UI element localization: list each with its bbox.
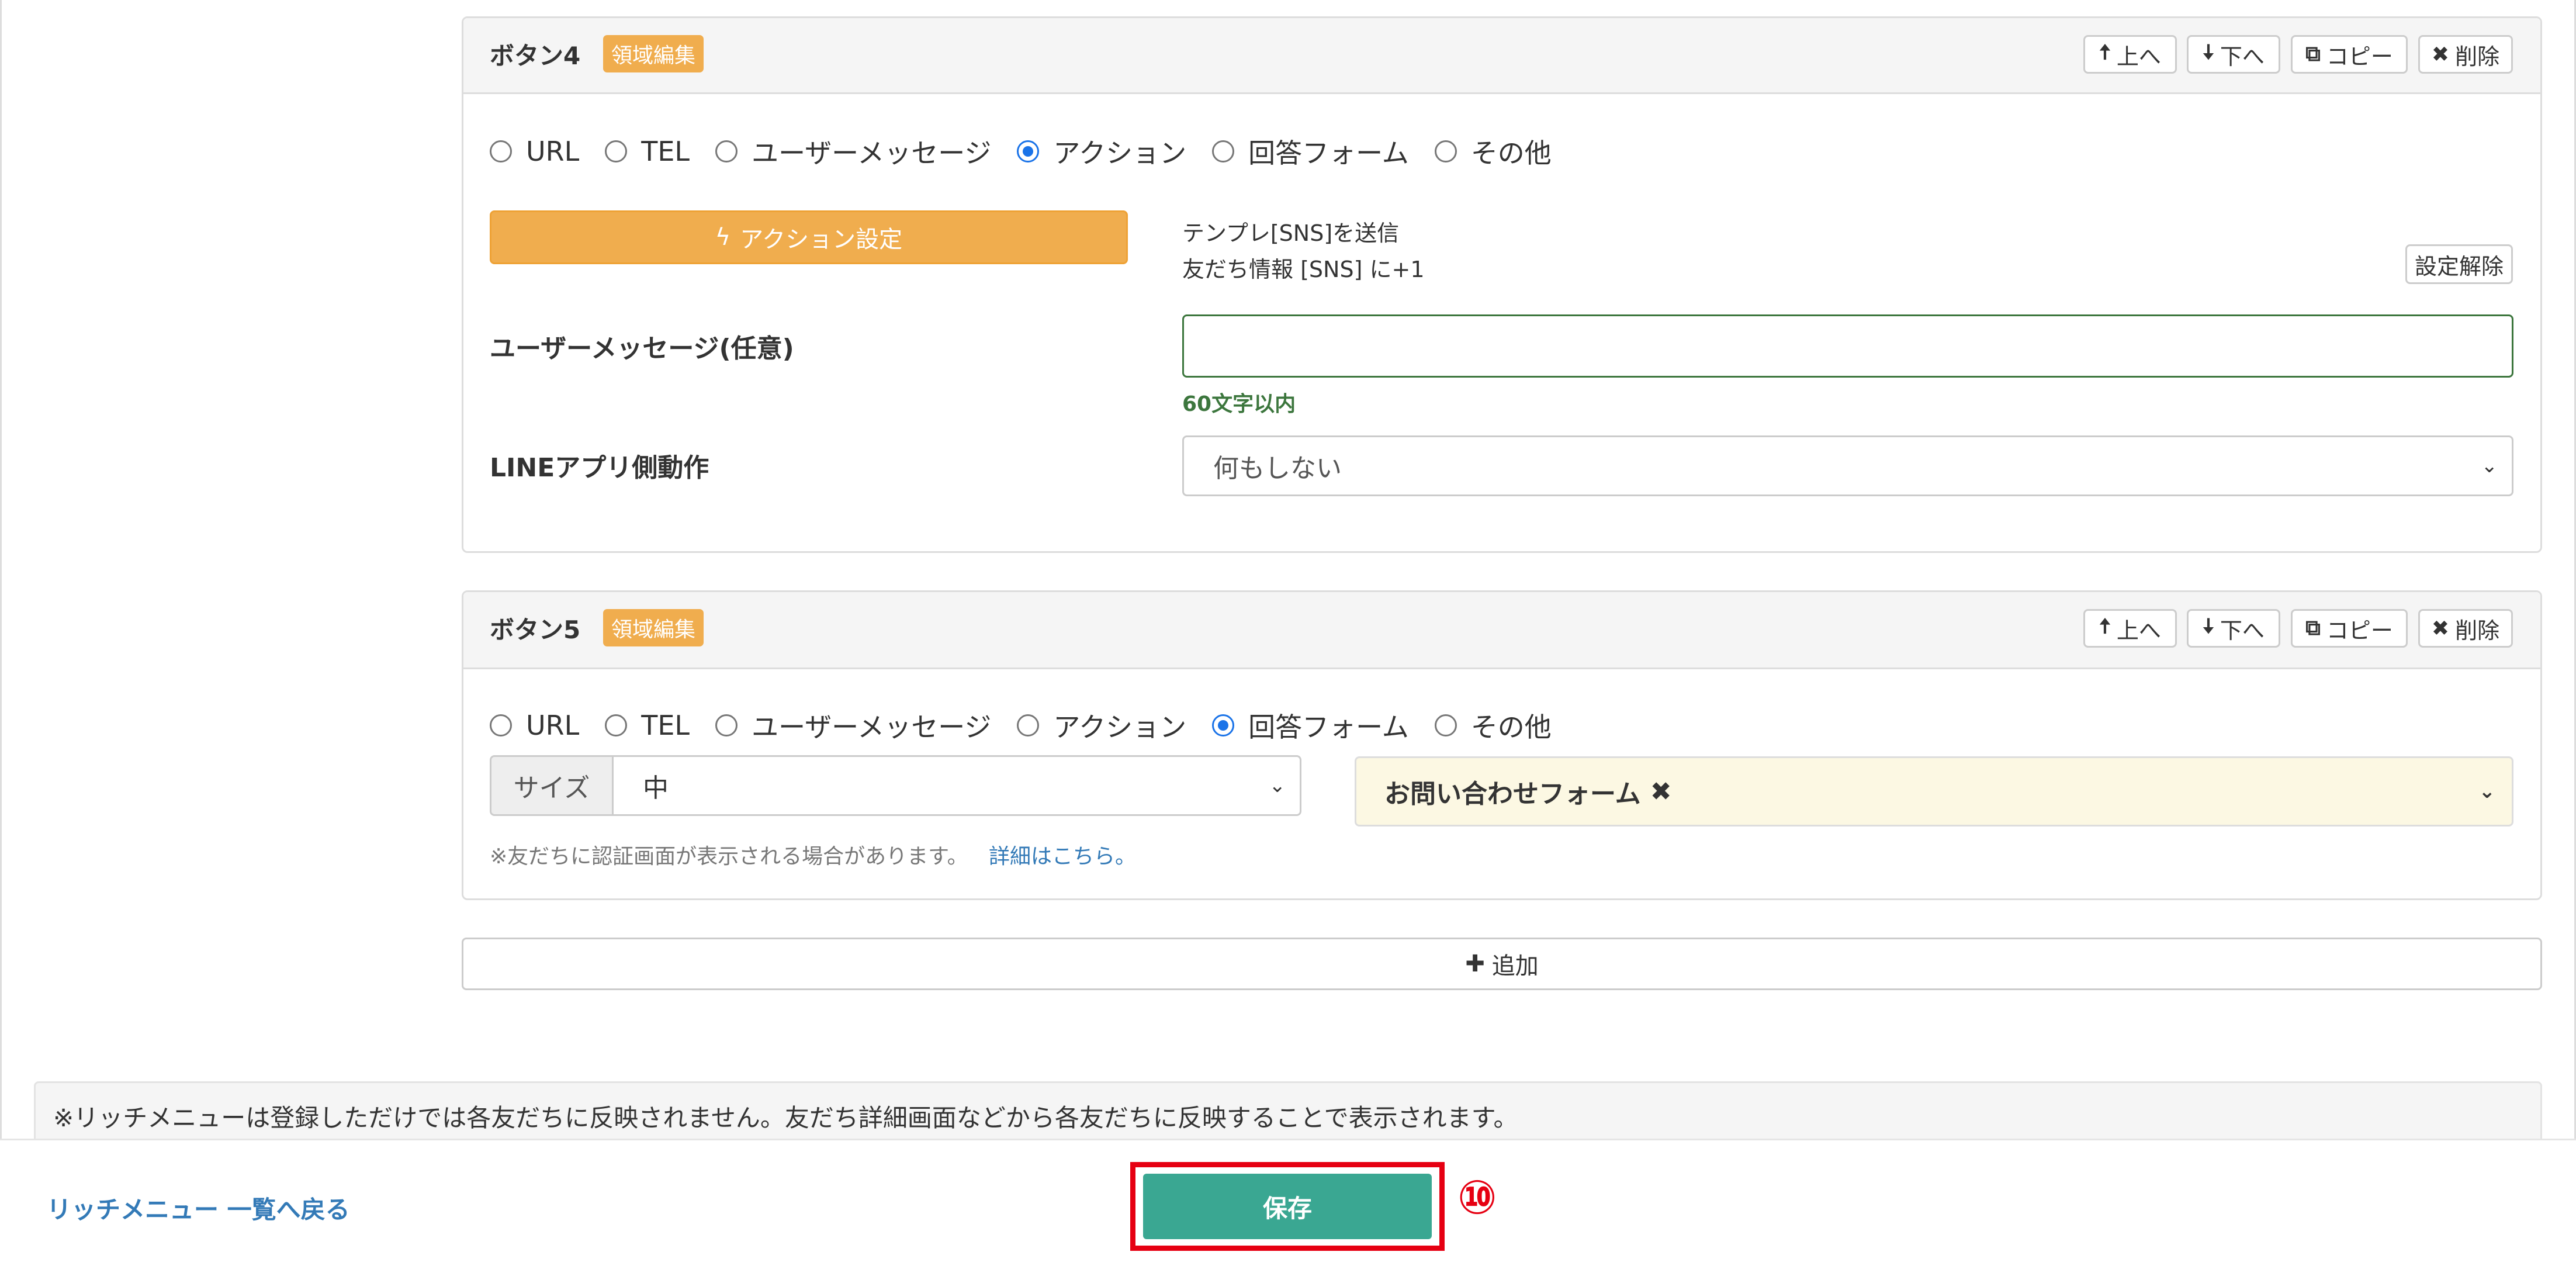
radio-circle[interactable] <box>490 714 512 736</box>
radio-circle-checked[interactable] <box>1017 140 1040 162</box>
radio-action[interactable]: アクション <box>1017 132 1186 171</box>
button5-move-up-button[interactable]: 🠅 上へ <box>2083 609 2177 648</box>
chevron-down-icon: ⌄ <box>2481 454 2498 478</box>
add-button[interactable]: ✚ 追加 <box>462 938 2542 990</box>
radio-user-message[interactable]: ユーザーメッセージ <box>715 706 991 745</box>
radio-answer-form[interactable]: 回答フォーム <box>1212 706 1409 745</box>
action-summary-line1: テンプレ[SNS]を送信 <box>1182 220 1400 246</box>
back-to-rich-menu-list-link[interactable]: リッチメニュー 一覧へ戻る <box>47 1190 350 1226</box>
size-addon-label: サイズ <box>490 755 614 816</box>
action-summary-line2: 友だち情報 [SNS] に+1 <box>1182 257 1425 282</box>
radio-circle[interactable] <box>715 714 738 736</box>
plus-icon: ✚ <box>1465 950 1485 977</box>
user-message-label: ユーザーメッセージ(任意) <box>490 334 794 364</box>
copy-icon: ⧉ <box>2305 616 2321 640</box>
radio-circle[interactable] <box>605 140 628 162</box>
answer-form-name: お問い合わせフォーム <box>1384 779 1641 809</box>
button5-move-down-button[interactable]: 🠇 下へ <box>2187 609 2280 648</box>
radio-circle[interactable] <box>605 714 628 736</box>
radio-circle[interactable] <box>1434 140 1457 162</box>
button4-move-up-button[interactable]: 🠅 上へ <box>2083 35 2177 74</box>
details-link[interactable]: 詳細はこちら。 <box>989 845 1136 869</box>
copy-icon: ⧉ <box>2305 42 2321 66</box>
radio-url[interactable]: URL <box>490 710 579 741</box>
arrow-up-icon: 🠅 <box>2099 614 2111 638</box>
button4-copy-button[interactable]: ⧉ コピー <box>2291 35 2408 74</box>
button4-link-type-radios: URL TEL ユーザーメッセージ アクション 回答フォーム その他 <box>490 132 1577 171</box>
button5-copy-button[interactable]: ⧉ コピー <box>2291 609 2408 648</box>
arrow-down-icon: 🠇 <box>2203 614 2214 638</box>
clear-settings-button[interactable]: 設定解除 <box>2405 244 2513 284</box>
close-icon: ✖ <box>2431 42 2450 67</box>
lightning-icon: ϟ <box>715 224 731 251</box>
arrow-down-icon: 🠇 <box>2203 40 2214 64</box>
radio-tel[interactable]: TEL <box>605 710 690 741</box>
button4-delete-button[interactable]: ✖ 削除 <box>2418 35 2513 74</box>
button5-area-edit-badge[interactable]: 領域編集 <box>603 609 704 646</box>
radio-circle[interactable] <box>1017 714 1040 736</box>
button4-move-down-button[interactable]: 🠇 下へ <box>2187 35 2280 74</box>
radio-circle[interactable] <box>490 140 512 162</box>
chevron-down-icon[interactable]: ⌄ <box>2479 780 2496 803</box>
radio-user-message[interactable]: ユーザーメッセージ <box>715 132 991 171</box>
button5-link-type-radios: URL TEL ユーザーメッセージ アクション 回答フォーム その他 <box>490 706 1577 745</box>
close-icon: ✖ <box>2431 616 2450 641</box>
radio-circle[interactable] <box>715 140 738 162</box>
size-select[interactable]: 中 ⌄ <box>612 755 1301 816</box>
chevron-down-icon: ⌄ <box>1269 774 1286 797</box>
user-message-char-limit: 60文字以内 <box>1182 392 1296 416</box>
answer-form-selector[interactable]: お問い合わせフォーム ✖ ⌄ <box>1355 756 2513 826</box>
radio-circle[interactable] <box>1212 140 1235 162</box>
radio-circle[interactable] <box>1434 714 1457 736</box>
save-button[interactable]: 保存 <box>1143 1174 1432 1239</box>
delete-label: 削除 <box>2455 43 2500 70</box>
auth-screen-note: ※友だちに認証画面が表示される場合があります。 詳細はこちら。 <box>490 845 1137 869</box>
radio-tel[interactable]: TEL <box>605 136 690 167</box>
copy-label: コピー <box>2326 43 2393 70</box>
line-app-action-select[interactable]: 何もしない ⌄ <box>1182 435 2513 496</box>
radio-other[interactable]: その他 <box>1434 706 1552 745</box>
radio-other[interactable]: その他 <box>1434 132 1552 171</box>
rich-menu-notice: ※リッチメニューは登録しただけでは各友だちに反映されません。友だち詳細画面などか… <box>34 1081 2542 1146</box>
action-settings-label: アクション設定 <box>740 226 903 253</box>
move-up-label: 上へ <box>2116 43 2161 70</box>
step-marker: ⑩ <box>1457 1170 1497 1225</box>
user-message-input[interactable] <box>1182 314 2513 378</box>
radio-url[interactable]: URL <box>490 136 579 167</box>
radio-circle-checked[interactable] <box>1212 714 1235 736</box>
radio-answer-form[interactable]: 回答フォーム <box>1212 132 1409 171</box>
button4-title: ボタン4 <box>490 42 581 70</box>
arrow-up-icon: 🠅 <box>2099 40 2111 64</box>
action-settings-button[interactable]: ϟ アクション設定 <box>490 210 1128 264</box>
line-app-action-label: LINEアプリ側動作 <box>490 453 709 483</box>
remove-form-icon[interactable]: ✖ <box>1650 777 1672 807</box>
move-down-label: 下へ <box>2220 43 2265 70</box>
button5-delete-button[interactable]: ✖ 削除 <box>2418 609 2513 648</box>
radio-action[interactable]: アクション <box>1017 706 1186 745</box>
button4-area-edit-badge[interactable]: 領域編集 <box>603 35 704 72</box>
button5-title: ボタン5 <box>490 615 581 644</box>
